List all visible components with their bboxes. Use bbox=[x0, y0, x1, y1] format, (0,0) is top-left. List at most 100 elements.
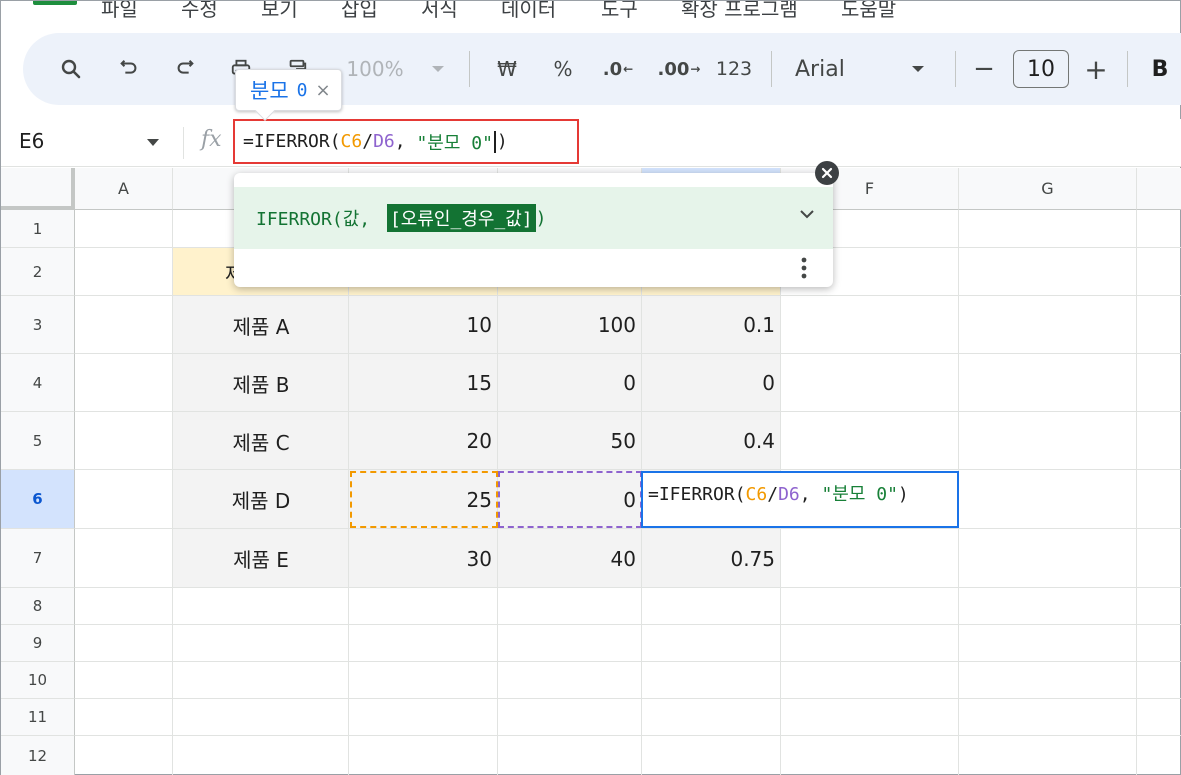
row-header-10[interactable]: 10 bbox=[1, 662, 75, 699]
cell-c3[interactable]: 10 bbox=[349, 296, 498, 354]
cell-e5[interactable]: 0.4 bbox=[642, 412, 781, 470]
row-header-6[interactable]: 6 bbox=[1, 470, 75, 529]
toolbar-divider bbox=[771, 51, 772, 87]
bold-button[interactable]: B bbox=[1143, 33, 1177, 105]
cell-d5[interactable]: 50 bbox=[498, 412, 642, 470]
percent-format-button[interactable]: % bbox=[543, 33, 583, 105]
cell-c4[interactable]: 15 bbox=[349, 354, 498, 412]
active-cell-e6[interactable]: =IFERROR(C6/D6, "분모 0") bbox=[641, 471, 959, 528]
cell-e4[interactable]: 0 bbox=[642, 354, 781, 412]
row-header-2[interactable]: 2 bbox=[1, 248, 75, 296]
select-all-corner[interactable] bbox=[1, 168, 75, 210]
font-size-input[interactable]: 10 bbox=[1013, 50, 1069, 88]
formula-ref-c6: C6 bbox=[340, 131, 363, 152]
row-header-8[interactable]: 8 bbox=[1, 588, 75, 625]
menu-insert[interactable]: 삽입 bbox=[341, 1, 378, 22]
function-signature[interactable]: IFERROR(값, [오류인_경우_값]) bbox=[234, 187, 833, 249]
cell-formula-ref-d6: D6 bbox=[778, 484, 800, 505]
row-header-4[interactable]: 4 bbox=[1, 354, 75, 412]
row-header-7[interactable]: 7 bbox=[1, 529, 75, 588]
col-header-h[interactable] bbox=[1137, 168, 1181, 210]
row-header-3[interactable]: 3 bbox=[1, 296, 75, 354]
percent-label: % bbox=[553, 57, 573, 81]
cell-formula-divide: / bbox=[767, 484, 779, 505]
toolbar: 100% ₩ % .0 ← .00 → 123 Arial − 10 + B bbox=[23, 33, 1181, 105]
formula-divide: / bbox=[362, 131, 374, 152]
col-header-g[interactable]: G bbox=[959, 168, 1137, 210]
menu-edit[interactable]: 수정 bbox=[181, 1, 218, 22]
number-format-button[interactable]: 123 bbox=[709, 33, 759, 105]
close-icon[interactable] bbox=[815, 161, 839, 185]
named-value-chip[interactable]: 분모 0 × bbox=[235, 69, 342, 121]
grid-line bbox=[75, 698, 1181, 699]
row-header-5[interactable]: 5 bbox=[1, 412, 75, 470]
cell-d3[interactable]: 100 bbox=[498, 296, 642, 354]
cell-e7[interactable]: 0.75 bbox=[642, 529, 781, 588]
zoom-select[interactable]: 100% bbox=[335, 33, 415, 105]
cell-d4[interactable]: 0 bbox=[498, 354, 642, 412]
font-family-value: Arial bbox=[795, 56, 845, 82]
decrease-decimal-label: .0 bbox=[602, 58, 623, 80]
formula-comma: , bbox=[394, 131, 417, 152]
row-header-12[interactable]: 12 bbox=[1, 736, 75, 775]
menu-data[interactable]: 데이터 bbox=[501, 1, 556, 22]
cell-d7[interactable]: 40 bbox=[498, 529, 642, 588]
cell-e3[interactable]: 0.1 bbox=[642, 296, 781, 354]
undo-icon bbox=[120, 60, 137, 74]
more-vert-icon[interactable] bbox=[801, 257, 807, 279]
row-header-11[interactable]: 11 bbox=[1, 699, 75, 736]
menu-view[interactable]: 보기 bbox=[261, 1, 298, 22]
redo-icon bbox=[177, 60, 194, 74]
menu-file[interactable]: 파일 bbox=[101, 1, 138, 22]
chevron-down-icon bbox=[912, 66, 924, 72]
increase-decimal-label: .00 bbox=[657, 58, 690, 80]
cell-c5[interactable]: 20 bbox=[349, 412, 498, 470]
increase-decimal-button[interactable]: .00 → bbox=[651, 33, 707, 105]
grid-line bbox=[75, 661, 1181, 662]
cell-b3[interactable]: 제품 A bbox=[173, 296, 349, 354]
zoom-dropdown-button[interactable] bbox=[423, 33, 453, 105]
toolbar-divider bbox=[955, 51, 956, 87]
arrow-left-icon: ← bbox=[623, 62, 634, 76]
minus-label: − bbox=[973, 54, 995, 84]
formula-input[interactable]: =IFERROR(C6/D6, "분모 0") bbox=[233, 119, 579, 164]
cell-b7[interactable]: 제품 E bbox=[173, 529, 349, 588]
col-header-a[interactable]: A bbox=[75, 168, 173, 210]
cell-b5[interactable]: 제품 C bbox=[173, 412, 349, 470]
chevron-down-icon[interactable] bbox=[147, 139, 159, 146]
fx-icon: fx bbox=[201, 127, 222, 152]
chevron-down-icon[interactable] bbox=[799, 209, 815, 219]
close-icon[interactable]: × bbox=[315, 80, 330, 101]
grid-line bbox=[75, 735, 1181, 736]
name-box[interactable]: E6 bbox=[19, 129, 44, 153]
row-header-9[interactable]: 9 bbox=[1, 625, 75, 662]
menu-tools[interactable]: 도구 bbox=[601, 1, 638, 22]
menu-extensions[interactable]: 확장 프로그램 bbox=[681, 1, 798, 22]
sheets-logo bbox=[33, 1, 77, 5]
font-size-decrease-button[interactable]: − bbox=[967, 33, 1001, 105]
text-caret bbox=[493, 130, 496, 153]
decrease-decimal-button[interactable]: .0 ← bbox=[593, 33, 643, 105]
grid-line bbox=[75, 624, 1181, 625]
toolbar-divider bbox=[469, 51, 470, 87]
bold-label: B bbox=[1151, 56, 1169, 82]
cell-c7[interactable]: 30 bbox=[349, 529, 498, 588]
row-header-1[interactable]: 1 bbox=[1, 210, 75, 248]
font-size-increase-button[interactable]: + bbox=[1079, 33, 1113, 105]
cell-formula-comma: , bbox=[799, 484, 822, 505]
font-family-select[interactable]: Arial bbox=[795, 49, 963, 89]
redo-button[interactable] bbox=[165, 33, 205, 105]
search-icon bbox=[61, 59, 81, 79]
zoom-value: 100% bbox=[346, 57, 404, 81]
undo-button[interactable] bbox=[109, 33, 149, 105]
formula-close-paren: ) bbox=[496, 131, 508, 152]
signature-suffix: ) bbox=[535, 207, 547, 229]
currency-format-button[interactable]: ₩ bbox=[487, 33, 527, 105]
cell-b4[interactable]: 제품 B bbox=[173, 354, 349, 412]
menu-help[interactable]: 도움말 bbox=[841, 1, 896, 22]
search-button[interactable] bbox=[51, 33, 91, 105]
menu-format[interactable]: 서식 bbox=[421, 1, 458, 22]
cell-b6[interactable]: 제품 D bbox=[173, 470, 349, 529]
formula-bar-divider bbox=[183, 127, 184, 159]
cell-formula-string: "분모 0" bbox=[821, 484, 898, 505]
